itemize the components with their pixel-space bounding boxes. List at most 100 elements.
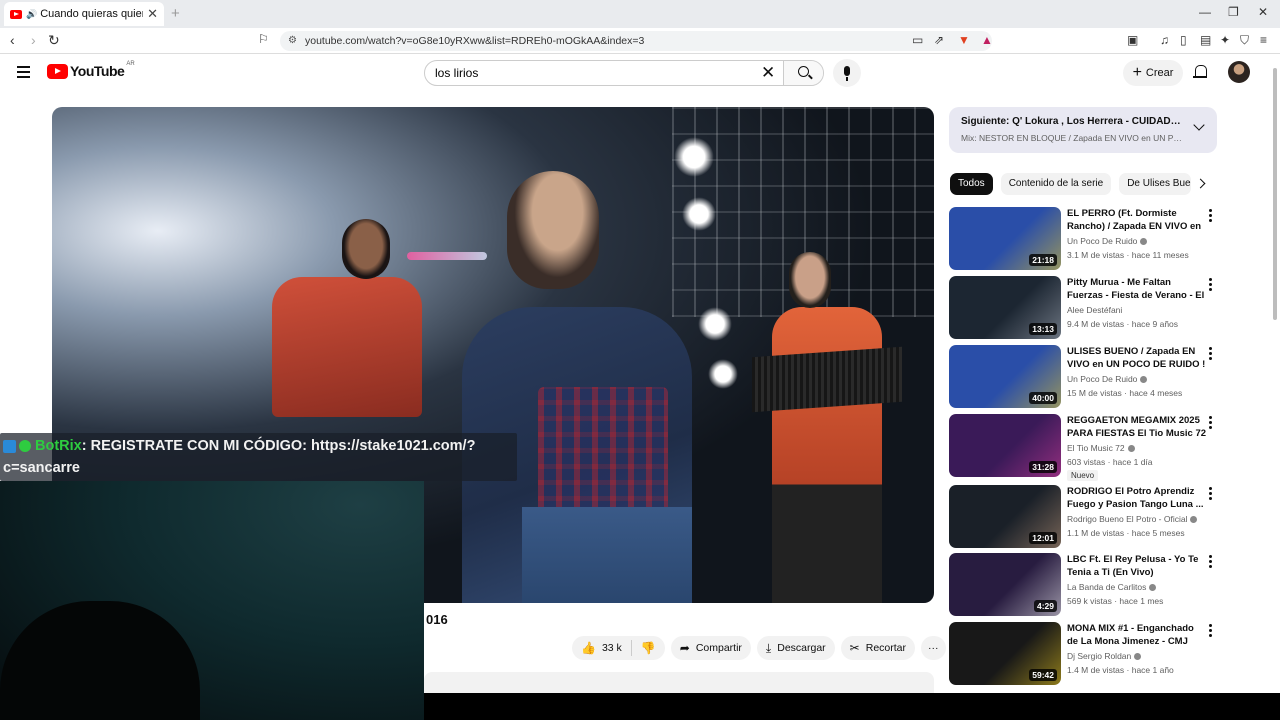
chip-all[interactable]: Todos: [950, 173, 993, 195]
scrollbar-thumb[interactable]: [1273, 68, 1277, 320]
like-dislike-group: 👍 33 k 👎: [572, 636, 665, 660]
like-icon[interactable]: 👍: [581, 641, 596, 655]
kebab-menu-icon[interactable]: [1209, 347, 1212, 362]
minimize-button[interactable]: —: [1199, 5, 1211, 19]
page-scrollbar[interactable]: [1271, 60, 1279, 693]
vpn-icon[interactable]: ⛉: [1240, 33, 1249, 48]
verified-icon: [1134, 653, 1142, 661]
recommendation-card[interactable]: 21:18 EL PERRO (Ft. Dormiste Rancho) / Za…: [949, 207, 1219, 271]
channel-name[interactable]: Un Poco De Ruido: [1067, 374, 1148, 384]
recommendation-card[interactable]: 13:13 Pitty Murua - Me Faltan Fuerzas - F…: [949, 276, 1219, 340]
menu-icon[interactable]: ≡: [1260, 33, 1267, 47]
recommendation-title[interactable]: REGGAETON MEGAMIX 2025 PARA FIESTAS El T…: [1067, 414, 1207, 440]
recommendation-title[interactable]: Pitty Murua - Me Faltan Fuerzas - Fiesta…: [1067, 276, 1207, 302]
video-thumbnail[interactable]: 13:13: [949, 276, 1061, 339]
view-meta: 9.4 M de vistas · hace 9 años: [1067, 319, 1179, 329]
view-meta: 569 k vistas · hace 1 mes: [1067, 596, 1164, 606]
recommendation-title[interactable]: RODRIGO El Potro Aprendiz Fuego y Pasion…: [1067, 485, 1207, 511]
site-info-icon[interactable]: ⚙: [288, 31, 297, 51]
search-button[interactable]: [783, 61, 823, 85]
bookmark-icon[interactable]: ⚐: [258, 32, 269, 46]
browser-tab[interactable]: 🔊 Cuando quieras quiero/Ojalá ✕: [4, 2, 164, 26]
kebab-menu-icon[interactable]: [1209, 624, 1212, 639]
recommendation-title[interactable]: ULISES BUENO / Zapada EN VIVO en UN POCO…: [1067, 345, 1207, 371]
recommendation-card[interactable]: 59:42 MONA MIX #1 - Enganchado de La Mona…: [949, 622, 1219, 686]
channel-name[interactable]: La Banda de Carlitos: [1067, 582, 1157, 592]
channel-name[interactable]: Dj Sergio Roldan: [1067, 651, 1142, 661]
youtube-header: YouTube AR ✕ + Crear: [0, 55, 1280, 91]
download-button[interactable]: ⤓ Descargar: [756, 636, 835, 660]
video-thumbnail[interactable]: 4:29: [949, 553, 1061, 616]
hamburger-menu-icon[interactable]: [17, 66, 30, 78]
like-count[interactable]: 33 k: [602, 642, 622, 654]
sidebar-icon[interactable]: ▯: [1180, 33, 1187, 47]
recommendation-title[interactable]: LBC Ft. El Rey Pelusa - Yo Te Tenia a Ti…: [1067, 553, 1207, 579]
share-button[interactable]: ➦ Compartir: [670, 636, 751, 660]
tab-close-icon[interactable]: ✕: [147, 6, 158, 22]
video-thumbnail[interactable]: 59:42: [949, 622, 1061, 685]
cast-icon[interactable]: ▭: [912, 33, 923, 47]
clip-button[interactable]: ✂ Recortar: [840, 636, 915, 660]
voice-search-button[interactable]: [833, 59, 861, 87]
back-button[interactable]: ‹: [10, 32, 15, 48]
share-arrow-icon: ➦: [679, 641, 690, 655]
maximize-button[interactable]: ❐: [1228, 5, 1239, 19]
stage-light: [674, 137, 714, 177]
recommendation-card[interactable]: 4:29 LBC Ft. El Rey Pelusa - Yo Te Tenia …: [949, 553, 1219, 617]
playlist-up-next[interactable]: Siguiente: Q' Lokura , Los Herrera - CUI…: [949, 107, 1217, 153]
kebab-menu-icon[interactable]: [1209, 487, 1212, 502]
channel-name[interactable]: El Tio Music 72: [1067, 443, 1135, 453]
video-thumbnail[interactable]: 21:18: [949, 207, 1061, 270]
new-tab-button[interactable]: +: [171, 5, 180, 22]
description-box[interactable]: [424, 672, 934, 693]
wallet-icon[interactable]: ▤: [1200, 33, 1211, 47]
channel-name[interactable]: Rodrigo Bueno El Potro - Oficial: [1067, 514, 1198, 524]
forward-button[interactable]: ›: [31, 32, 36, 48]
video-title: 016: [426, 612, 448, 627]
recommendation-card[interactable]: 12:01 RODRIGO El Potro Aprendiz Fuego y P…: [949, 485, 1219, 549]
recommendation-card[interactable]: 31:28 REGGAETON MEGAMIX 2025 PARA FIESTAS…: [949, 414, 1219, 481]
clear-search-icon[interactable]: ✕: [761, 63, 775, 83]
kebab-menu-icon[interactable]: [1209, 416, 1212, 431]
notifications-bell-icon[interactable]: [1192, 64, 1208, 80]
brave-shield-icon[interactable]: ▼: [958, 33, 970, 47]
recommendation-title[interactable]: MONA MIX #1 - Enganchado de La Mona Jime…: [1067, 622, 1207, 648]
reader-icon[interactable]: ▣: [1127, 33, 1138, 47]
video-thumbnail[interactable]: 40:00: [949, 345, 1061, 408]
stage-light: [682, 197, 716, 231]
webcam-silhouette: [0, 601, 200, 720]
chevron-down-icon[interactable]: [1193, 119, 1205, 131]
more-actions-button[interactable]: ···: [921, 636, 946, 660]
video-thumbnail[interactable]: 12:01: [949, 485, 1061, 548]
logo-text: YouTube: [70, 63, 125, 79]
kebab-menu-icon[interactable]: [1209, 209, 1212, 224]
avatar[interactable]: [1228, 61, 1250, 83]
video-thumbnail[interactable]: 31:28: [949, 414, 1061, 477]
duration-badge: 12:01: [1029, 532, 1057, 544]
close-window-button[interactable]: ✕: [1258, 5, 1268, 19]
up-next-title: Siguiente: Q' Lokura , Los Herrera - CUI…: [961, 116, 1183, 127]
chip-series[interactable]: Contenido de la serie: [1000, 173, 1112, 195]
kebab-menu-icon[interactable]: [1209, 555, 1212, 570]
channel-name[interactable]: Un Poco De Ruido: [1067, 236, 1148, 246]
chip-ulises-bueno[interactable]: De Ulises Bueno: [1119, 173, 1192, 195]
tab-title: Cuando quieras quiero/Ojalá: [40, 8, 143, 20]
chevron-right-icon[interactable]: [1195, 178, 1206, 189]
recommendation-card[interactable]: 40:00 ULISES BUENO / Zapada EN VIVO en UN…: [949, 345, 1219, 409]
media-icon[interactable]: ♫: [1160, 33, 1169, 47]
youtube-logo[interactable]: YouTube AR: [47, 61, 135, 79]
kebab-menu-icon[interactable]: [1209, 278, 1212, 293]
ai-icon[interactable]: ✦: [1220, 33, 1230, 47]
channel-name[interactable]: Alee Destéfani: [1067, 305, 1122, 315]
url-field[interactable]: ⚙ youtube.com/watch?v=oG8e10yRXww&list=R…: [280, 31, 992, 51]
share-icon[interactable]: ⇗: [934, 33, 944, 47]
verified-badge-icon: [19, 440, 31, 452]
recommendation-title[interactable]: EL PERRO (Ft. Dormiste Rancho) / Zapada …: [1067, 207, 1207, 233]
reload-button[interactable]: ↻: [48, 32, 60, 49]
search-input[interactable]: [425, 61, 783, 85]
dislike-icon[interactable]: 👎: [641, 641, 656, 655]
verified-icon: [1140, 238, 1148, 246]
rewards-icon[interactable]: ▲: [981, 33, 993, 47]
duration-badge: 13:13: [1029, 323, 1057, 335]
create-button[interactable]: + Crear: [1123, 60, 1183, 86]
